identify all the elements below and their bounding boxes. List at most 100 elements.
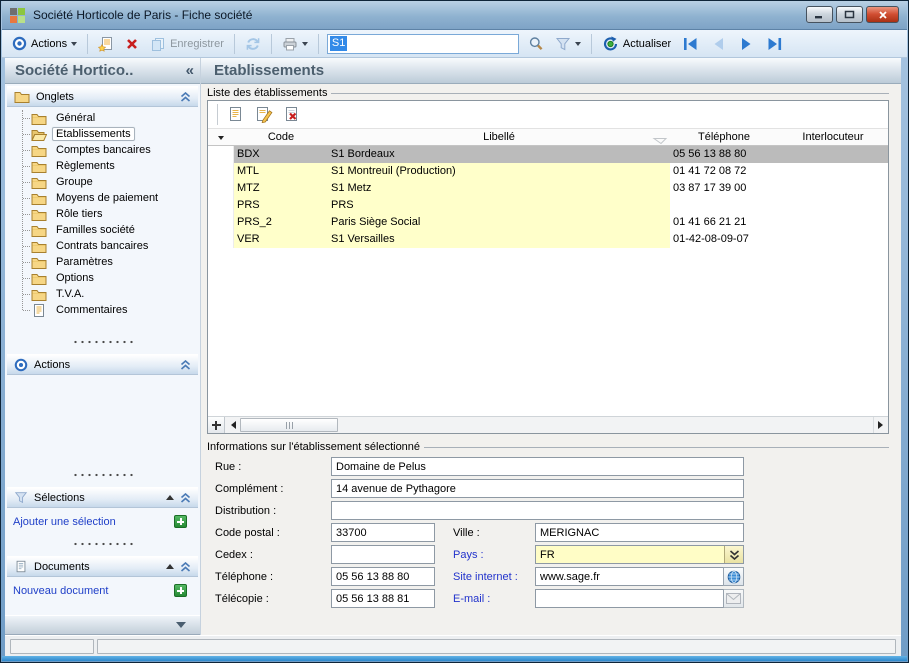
pays-dropdown-button[interactable] <box>724 546 743 563</box>
section-header-onglets[interactable]: Onglets <box>7 86 198 107</box>
actions-menu-button[interactable]: Actions <box>8 34 81 53</box>
table-row[interactable]: PRS PRS <box>208 197 888 214</box>
section-header-documents[interactable]: Documents <box>7 556 198 577</box>
collapse-section-icon[interactable] <box>180 360 191 370</box>
sidebar-tab-item[interactable]: Options <box>5 270 200 286</box>
telecopie-input[interactable] <box>331 589 435 608</box>
filter-button[interactable] <box>551 35 585 53</box>
row-selector-cell[interactable] <box>208 197 234 214</box>
scroll-right-button[interactable] <box>873 417 888 433</box>
scroll-up-icon[interactable] <box>166 564 174 569</box>
splitter-handle[interactable] <box>72 473 134 477</box>
table-row[interactable]: PRS_2 Paris Siège Social 01 41 66 21 21 <box>208 214 888 231</box>
add-selection-link[interactable]: Ajouter une sélection <box>13 516 116 528</box>
cell-code[interactable]: MTZ <box>234 180 328 197</box>
new-document-plus-button[interactable] <box>174 584 187 597</box>
cell-telephone[interactable]: 01 41 72 08 72 <box>670 163 778 180</box>
column-header-telephone[interactable]: Téléphone <box>670 131 778 143</box>
save-button[interactable]: Enregistrer <box>146 34 228 54</box>
nav-last-button[interactable] <box>762 35 787 53</box>
sidebar-tab-item[interactable]: Comptes bancaires <box>5 142 200 158</box>
rue-input[interactable] <box>331 457 744 476</box>
cell-code[interactable]: VER <box>234 231 328 248</box>
new-record-button[interactable] <box>94 34 118 54</box>
scrollbar-thumb[interactable] <box>240 418 338 432</box>
collapse-section-icon[interactable] <box>180 92 191 102</box>
collapse-sidebar-icon[interactable]: « <box>186 66 194 76</box>
open-website-button[interactable] <box>723 567 744 586</box>
add-row-button[interactable] <box>208 417 225 433</box>
site-internet-input[interactable] <box>535 567 724 586</box>
row-selector-cell[interactable] <box>208 231 234 248</box>
pays-combobox[interactable]: FR <box>535 545 744 564</box>
complement-input[interactable] <box>331 479 744 498</box>
sidebar-tab-item[interactable]: Rôle tiers <box>5 206 200 222</box>
search-button[interactable] <box>524 34 548 54</box>
email-input[interactable] <box>535 589 724 608</box>
close-button[interactable] <box>866 6 899 23</box>
sidebar-tab-item[interactable]: Commentaires <box>5 302 200 318</box>
print-button[interactable] <box>278 34 312 54</box>
column-header-libelle[interactable]: Libellé <box>328 131 670 143</box>
splitter-handle[interactable] <box>72 340 134 344</box>
cell-telephone[interactable]: 03 87 17 39 00 <box>670 180 778 197</box>
new-document-link[interactable]: Nouveau document <box>13 585 108 597</box>
cell-interlocuteur[interactable] <box>778 214 888 231</box>
scroll-up-icon[interactable] <box>166 495 174 500</box>
cell-telephone[interactable]: 05 56 13 88 80 <box>670 146 778 163</box>
minimize-button[interactable] <box>806 6 833 23</box>
nav-next-button[interactable] <box>734 35 759 53</box>
code-postal-input[interactable] <box>331 523 435 542</box>
sidebar-bottom-bar[interactable] <box>5 615 200 635</box>
delete-record-button[interactable] <box>121 35 143 53</box>
cell-code[interactable]: PRS_2 <box>234 214 328 231</box>
sidebar-tab-item[interactable]: T.V.A. <box>5 286 200 302</box>
cell-telephone[interactable]: 01-42-08-09-07 <box>670 231 778 248</box>
distribution-input[interactable] <box>331 501 744 520</box>
sidebar-tab-item[interactable]: Contrats bancaires <box>5 238 200 254</box>
sidebar-tab-item[interactable]: Groupe <box>5 174 200 190</box>
table-row[interactable]: BDX S1 Bordeaux 05 56 13 88 80 <box>208 146 888 163</box>
row-selector-cell[interactable] <box>208 180 234 197</box>
list-edit-button[interactable] <box>253 106 273 124</box>
cell-interlocuteur[interactable] <box>778 180 888 197</box>
column-header-code[interactable]: Code <box>234 131 328 143</box>
sidebar-tab-item[interactable]: Paramètres <box>5 254 200 270</box>
cell-interlocuteur[interactable] <box>778 146 888 163</box>
cell-libelle[interactable]: PRS <box>328 197 670 214</box>
section-header-selections[interactable]: Sélections <box>7 487 198 508</box>
ville-input[interactable] <box>535 523 744 542</box>
cell-libelle[interactable]: S1 Versailles <box>328 231 670 248</box>
cell-code[interactable]: MTL <box>234 163 328 180</box>
add-selection-plus-button[interactable] <box>174 515 187 528</box>
actualiser-button[interactable]: Actualiser <box>598 34 675 54</box>
cell-code[interactable]: PRS <box>234 197 328 214</box>
sidebar-tab-item[interactable]: Familles société <box>5 222 200 238</box>
splitter-handle[interactable] <box>72 542 134 546</box>
sidebar-tab-item[interactable]: Moyens de paiement <box>5 190 200 206</box>
title-bar[interactable]: Société Horticole de Paris - Fiche socié… <box>2 1 907 30</box>
table-row[interactable]: VER S1 Versailles 01-42-08-09-07 <box>208 231 888 248</box>
cell-interlocuteur[interactable] <box>778 197 888 214</box>
list-new-button[interactable] <box>225 106 245 124</box>
cell-telephone[interactable]: 01 41 66 21 21 <box>670 214 778 231</box>
row-selector-cell[interactable] <box>208 214 234 231</box>
cell-libelle[interactable]: S1 Metz <box>328 180 670 197</box>
section-header-actions[interactable]: Actions <box>7 354 198 375</box>
cell-code[interactable]: BDX <box>234 146 328 163</box>
cell-interlocuteur[interactable] <box>778 163 888 180</box>
collapse-section-icon[interactable] <box>180 562 191 572</box>
column-header-interlocuteur[interactable]: Interlocuteur <box>778 131 888 143</box>
cell-interlocuteur[interactable] <box>778 231 888 248</box>
refresh-button[interactable] <box>241 34 265 54</box>
scrollbar-track[interactable] <box>338 417 873 433</box>
telephone-input[interactable] <box>331 567 435 586</box>
list-delete-button[interactable] <box>281 106 301 124</box>
send-email-button[interactable] <box>723 589 744 608</box>
sidebar-tab-item[interactable]: Etablissements <box>5 126 200 142</box>
cell-libelle[interactable]: S1 Montreuil (Production) <box>328 163 670 180</box>
table-row[interactable]: MTZ S1 Metz 03 87 17 39 00 <box>208 180 888 197</box>
nav-previous-button[interactable] <box>706 35 731 53</box>
scroll-left-button[interactable] <box>225 417 240 433</box>
cell-telephone[interactable] <box>670 197 778 214</box>
